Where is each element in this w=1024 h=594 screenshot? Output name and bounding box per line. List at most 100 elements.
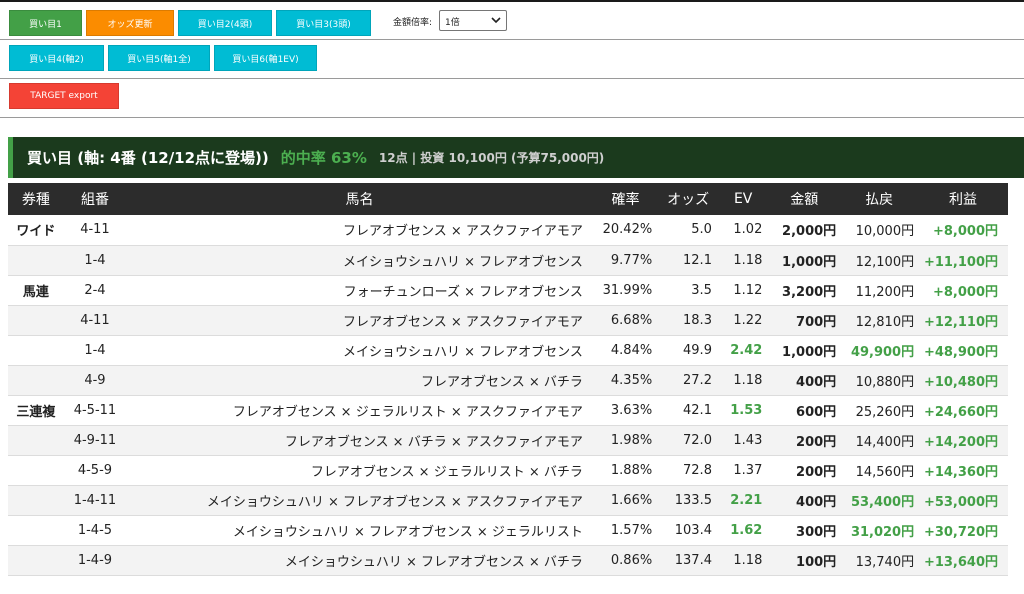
- table-row: 4-5-9 フレアオブセンス × ジェラルリスト × バチラ 1.88% 72.8 1.…: [8, 455, 1008, 486]
- cell-odds: 103.4: [658, 515, 718, 546]
- cell-combo: 4-11: [63, 305, 127, 336]
- cell-type: [8, 485, 64, 516]
- cell-payout: 12,100円: [840, 245, 919, 276]
- cell-ev: 1.18: [717, 545, 769, 576]
- toolbar-row-3: TARGET export: [0, 79, 1024, 118]
- odds-update-button[interactable]: オッズ更新: [86, 10, 174, 36]
- cell-payout: 11,200円: [840, 275, 919, 306]
- cell-odds: 72.0: [658, 425, 718, 456]
- cell-ev: 1.53: [717, 395, 769, 426]
- cell-payout: 25,260円: [840, 395, 919, 426]
- cell-odds: 12.1: [658, 245, 718, 276]
- cell-odds: 42.1: [658, 395, 718, 426]
- cell-prob: 4.35%: [592, 365, 659, 396]
- hit-rate: 的中率 63%: [280, 149, 367, 167]
- cell-prob: 1.66%: [592, 485, 659, 516]
- cell-profit: +30,720円: [918, 515, 1008, 546]
- cell-payout: 53,400円: [840, 485, 919, 516]
- multiplier-value: 1倍: [445, 18, 460, 28]
- table-row: 三連複 4-5-11 フレアオブセンス × ジェラルリスト × アスクファイアモア 3…: [8, 395, 1008, 426]
- table-row: 1-4 メイショウシュハリ × フレアオブセンス 9.77% 12.1 1.18 1,00…: [8, 245, 1008, 276]
- table-row: 馬連 2-4 フォーチュンローズ × フレアオブセンス 31.99% 3.5 1.12 3,…: [8, 275, 1008, 306]
- buy5-button[interactable]: 買い目5(軸1全): [108, 45, 210, 71]
- cell-amount: 300円: [768, 515, 841, 546]
- header-horse: 馬名: [126, 183, 593, 215]
- cell-horse: フレアオブセンス × バチラ × アスクファイアモア: [126, 425, 593, 456]
- cell-odds: 133.5: [658, 485, 718, 516]
- cell-type: [8, 515, 64, 546]
- buy1-button[interactable]: 買い目1: [9, 10, 82, 36]
- cell-payout: 14,400円: [840, 425, 919, 456]
- summary-bar: 買い目 (軸: 4番 (12/12点に登場)) 的中率 63% 12点 | 投資…: [8, 137, 1024, 178]
- cell-ev: 1.37: [717, 455, 769, 486]
- cell-ev: 2.21: [717, 485, 769, 516]
- cell-amount: 1,000円: [768, 335, 841, 366]
- buy4-button[interactable]: 買い目4(軸2): [9, 45, 104, 71]
- header-amount: 金額: [768, 183, 841, 215]
- cell-profit: +11,100円: [918, 245, 1008, 276]
- cell-type: [8, 305, 64, 336]
- cell-payout: 10,880円: [840, 365, 919, 396]
- cell-ev: 1.22: [717, 305, 769, 336]
- cell-profit: +8,000円: [918, 275, 1008, 306]
- summary-title: 買い目 (軸: 4番 (12/12点に登場)): [27, 149, 269, 167]
- header-combo: 組番: [63, 183, 127, 215]
- cell-amount: 200円: [768, 425, 841, 456]
- cell-amount: 200円: [768, 455, 841, 486]
- cell-combo: 4-5-11: [63, 395, 127, 426]
- cell-horse: フレアオブセンス × アスクファイアモア: [126, 215, 593, 246]
- table-row: 1-4 メイショウシュハリ × フレアオブセンス 4.84% 49.9 2.42 1,00…: [8, 335, 1008, 366]
- cell-combo: 1-4-9: [63, 545, 127, 576]
- cell-horse: メイショウシュハリ × フレアオブセンス × バチラ: [126, 545, 593, 576]
- buy2-button[interactable]: 買い目2(4頭): [178, 10, 272, 36]
- cell-amount: 600円: [768, 395, 841, 426]
- buy3-button[interactable]: 買い目3(3頭): [276, 10, 371, 36]
- cell-horse: フレアオブセンス × バチラ: [126, 365, 593, 396]
- table-header-row: 券種 組番 馬名 確率 オッズ EV 金額 払戻 利益: [8, 183, 1008, 215]
- header-odds: オッズ: [658, 183, 718, 215]
- cell-horse: フレアオブセンス × ジェラルリスト × アスクファイアモア: [126, 395, 593, 426]
- cell-prob: 6.68%: [592, 305, 659, 336]
- cell-payout: 31,020円: [840, 515, 919, 546]
- cell-profit: +14,360円: [918, 455, 1008, 486]
- cell-amount: 3,200円: [768, 275, 841, 306]
- cell-type: 馬連: [8, 275, 64, 306]
- table-row: 1-4-9 メイショウシュハリ × フレアオブセンス × バチラ 0.86% 137.…: [8, 545, 1008, 576]
- table-row: 1-4-5 メイショウシュハリ × フレアオブセンス × ジェラルリスト 1.57%…: [8, 515, 1008, 546]
- table-row: ワイド 4-11 フレアオブセンス × アスクファイアモア 20.42% 5.0 1.02…: [8, 215, 1008, 246]
- cell-profit: +13,640円: [918, 545, 1008, 576]
- header-type: 券種: [8, 183, 64, 215]
- cell-type: [8, 455, 64, 486]
- cell-prob: 9.77%: [592, 245, 659, 276]
- multiplier-label: 金額倍率:: [393, 18, 433, 28]
- cell-payout: 14,560円: [840, 455, 919, 486]
- cell-horse: フォーチュンローズ × フレアオブセンス: [126, 275, 593, 306]
- cell-type: ワイド: [8, 215, 64, 246]
- header-prob: 確率: [592, 183, 659, 215]
- bets-table: 券種 組番 馬名 確率 オッズ EV 金額 払戻 利益 ワイド 4-11 フレアオブ…: [8, 183, 1008, 576]
- cell-combo: 4-11: [63, 215, 127, 246]
- cell-type: [8, 335, 64, 366]
- cell-ev: 1.62: [717, 515, 769, 546]
- multiplier-select[interactable]: 1倍: [439, 10, 507, 31]
- cell-payout: 49,900円: [840, 335, 919, 366]
- cell-profit: +12,110円: [918, 305, 1008, 336]
- cell-ev: 1.43: [717, 425, 769, 456]
- cell-odds: 27.2: [658, 365, 718, 396]
- cell-type: [8, 545, 64, 576]
- cell-profit: +8,000円: [918, 215, 1008, 246]
- cell-odds: 18.3: [658, 305, 718, 336]
- toolbar-row-1: 買い目1 オッズ更新 買い目2(4頭) 買い目3(3頭) 金額倍率: 1倍: [0, 2, 1024, 40]
- cell-amount: 2,000円: [768, 215, 841, 246]
- buy6-button[interactable]: 買い目6(軸1EV): [214, 45, 317, 71]
- cell-profit: +24,660円: [918, 395, 1008, 426]
- table-body: ワイド 4-11 フレアオブセンス × アスクファイアモア 20.42% 5.0 1.02…: [8, 215, 1008, 576]
- header-payout: 払戻: [840, 183, 919, 215]
- cell-ev: 2.42: [717, 335, 769, 366]
- cell-prob: 1.98%: [592, 425, 659, 456]
- target-export-button[interactable]: TARGET export: [9, 83, 119, 109]
- table-row: 4-9-11 フレアオブセンス × バチラ × アスクファイアモア 1.98% 72.…: [8, 425, 1008, 456]
- cell-combo: 1-4: [63, 335, 127, 366]
- cell-horse: メイショウシュハリ × フレアオブセンス: [126, 335, 593, 366]
- summary-meta: 12点 | 投資 10,100円 (予算75,000円): [378, 151, 605, 165]
